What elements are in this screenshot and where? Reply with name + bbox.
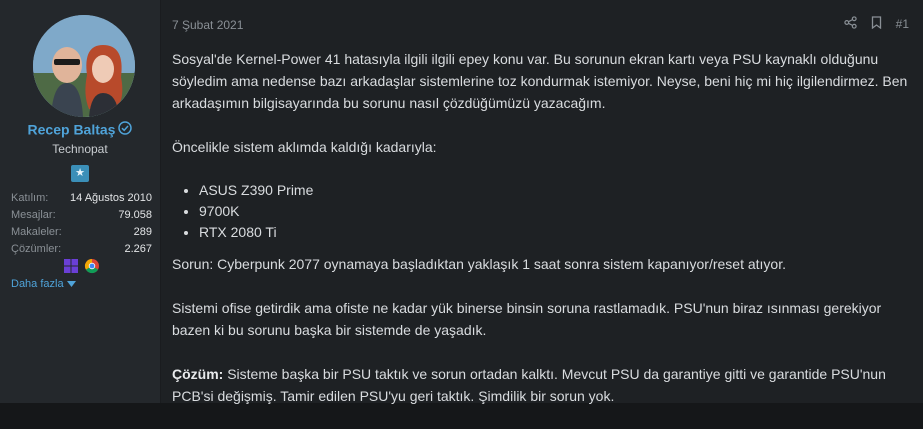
stat-label: Makaleler:	[11, 226, 62, 238]
bookmark-icon[interactable]	[871, 16, 882, 32]
solution-text: Sisteme başka bir PSU taktık ve sorun or…	[172, 366, 886, 404]
user-title: Technopat	[52, 142, 108, 156]
stat-messages: Mesajlar: 79.058	[11, 207, 152, 224]
badge-icon[interactable]: ★	[71, 165, 89, 182]
stat-joined: Katılım: 14 Ağustos 2010	[11, 190, 152, 207]
user-sidebar: Recep Baltaş Technopat ★ Katılım: 14 Ağu…	[0, 0, 161, 403]
post-date[interactable]: 7 Şubat 2021	[172, 18, 243, 32]
spec-list: ASUS Z390 Prime 9700K RTX 2080 Ti	[172, 180, 912, 243]
username[interactable]: Recep Baltaş	[0, 120, 160, 138]
paragraph: Öncelikle sistem aklımda kaldığı kadarıy…	[172, 139, 437, 155]
stat-solutions: Çözümler: 2.267	[11, 241, 152, 258]
paragraph: Sorun: Cyberpunk 2077 oynamaya başladıkt…	[172, 256, 786, 272]
paragraph: Sosyal'de Kernel-Power 41 hatasıyla ilgi…	[172, 51, 908, 111]
share-icon[interactable]	[843, 16, 857, 32]
more-link[interactable]: Daha fazla	[11, 278, 76, 290]
solution-paragraph: Çözüm: Sisteme başka bir PSU taktık ve s…	[172, 363, 912, 407]
user-stats: Katılım: 14 Ağustos 2010 Mesajlar: 79.05…	[11, 190, 152, 258]
verified-icon	[118, 121, 133, 138]
stat-label: Çözümler:	[11, 243, 62, 255]
stat-articles: Makaleler: 289	[11, 224, 152, 241]
stat-label: Mesajlar:	[11, 209, 56, 221]
stat-value[interactable]: 79.058	[118, 207, 152, 224]
stat-value[interactable]: 289	[134, 224, 152, 241]
device-icons	[63, 258, 100, 279]
chevron-down-icon	[66, 278, 76, 290]
post-main: 7 Şubat 2021 #1 Sosyal'de Kernel-Power 4…	[161, 0, 923, 404]
chrome-icon	[84, 258, 100, 279]
post-body: Sosyal'de Kernel-Power 41 hatasıyla ilgi…	[172, 48, 912, 429]
avatar[interactable]	[33, 15, 135, 117]
paragraph: Sistemi ofise getirdik ama ofiste ne kad…	[172, 300, 882, 338]
solution-label: Çözüm:	[172, 366, 224, 382]
windows-icon	[63, 258, 79, 279]
post-container: Recep Baltaş Technopat ★ Katılım: 14 Ağu…	[0, 0, 923, 404]
post-actions: #1	[843, 16, 909, 32]
list-item: 9700K	[199, 201, 912, 222]
stat-label: Katılım:	[11, 192, 49, 204]
more-label[interactable]: Daha fazla	[11, 278, 64, 290]
stat-value: 14 Ağustos 2010	[70, 192, 152, 204]
list-item: RTX 2080 Ti	[199, 222, 912, 243]
stat-value[interactable]: 2.267	[124, 241, 152, 258]
list-item: ASUS Z390 Prime	[199, 180, 912, 201]
post-number[interactable]: #1	[896, 17, 909, 31]
username-text[interactable]: Recep Baltaş	[28, 121, 116, 137]
